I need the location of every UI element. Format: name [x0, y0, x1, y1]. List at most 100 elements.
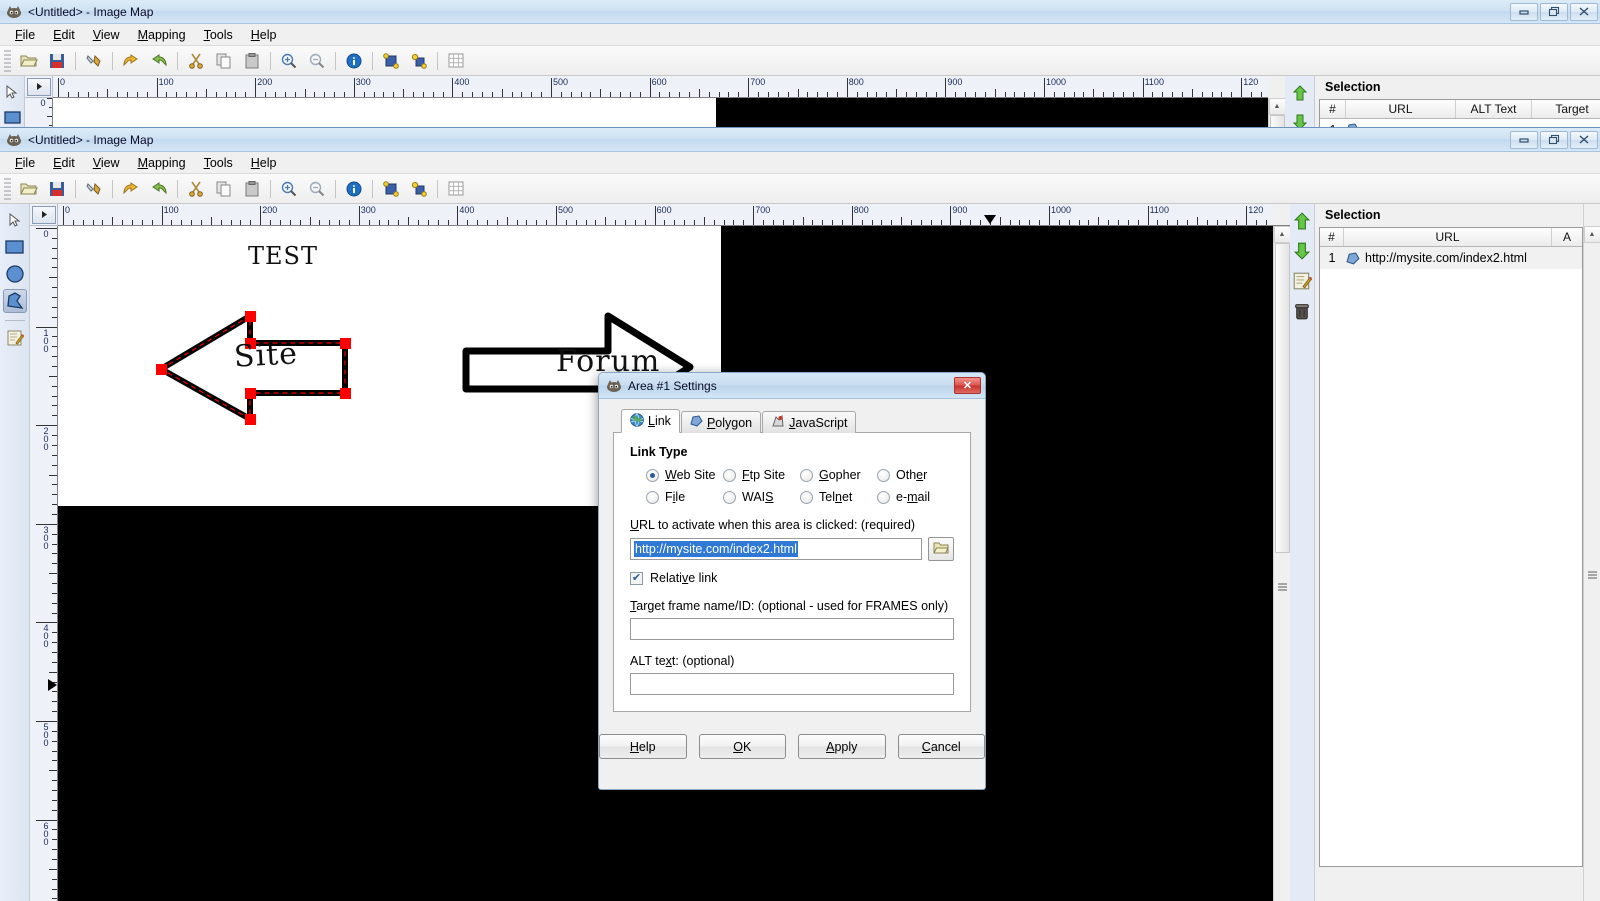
radio-telnet[interactable]: Telnet — [800, 490, 877, 504]
menu-view[interactable]: View — [84, 26, 129, 44]
radio-indicator[interactable] — [877, 491, 890, 504]
edit-icon[interactable] — [3, 326, 27, 350]
ruler-arrow-icon[interactable] — [32, 206, 56, 224]
radio-indicator[interactable] — [646, 469, 659, 482]
grid-icon[interactable] — [443, 177, 469, 201]
radio-indicator[interactable] — [800, 469, 813, 482]
restore-button[interactable] — [1540, 131, 1568, 149]
menu-tools[interactable]: Tools — [195, 154, 242, 172]
grid-icon[interactable] — [443, 49, 469, 73]
info-icon[interactable] — [341, 177, 367, 201]
radio-indicator[interactable] — [800, 491, 813, 504]
redo-icon[interactable] — [146, 49, 172, 73]
radio-indicator[interactable] — [723, 491, 736, 504]
restore-button[interactable] — [1540, 3, 1568, 21]
tab-polygon[interactable]: Polygon — [681, 411, 761, 433]
paste-icon[interactable] — [239, 49, 265, 73]
radio-wais[interactable]: WAIS — [723, 490, 800, 504]
radio-indicator[interactable] — [877, 469, 890, 482]
cut-icon[interactable] — [183, 49, 209, 73]
selection-vscrollbar[interactable]: ▲ — [1583, 204, 1600, 901]
radio-indicator[interactable] — [723, 469, 736, 482]
column-url[interactable]: URL — [1346, 100, 1456, 118]
radio-gopher[interactable]: Gopher — [800, 468, 877, 482]
copy-icon[interactable] — [211, 49, 237, 73]
menu-help[interactable]: Help — [242, 154, 286, 172]
radio-web-site[interactable]: Web Site — [646, 468, 723, 482]
edit-area-icon[interactable] — [378, 49, 404, 73]
tab-javascript[interactable]: JavaScript — [762, 411, 856, 433]
arrow-pointer-icon[interactable] — [0, 80, 24, 103]
open-icon[interactable] — [16, 177, 42, 201]
scroll-thumb[interactable] — [1275, 243, 1290, 553]
zoom-out-icon[interactable] — [304, 49, 330, 73]
relative-link-row[interactable]: ✔ Relative link — [630, 571, 954, 585]
redo-icon[interactable] — [146, 177, 172, 201]
copy-icon[interactable] — [211, 177, 237, 201]
menu-edit[interactable]: Edit — [44, 154, 84, 172]
column-alt-text[interactable]: A — [1552, 228, 1582, 246]
scroll-up-arrow-icon[interactable]: ▲ — [1584, 226, 1600, 243]
column-number[interactable]: # — [1320, 100, 1346, 118]
alt-input[interactable] — [630, 673, 954, 695]
radio-other[interactable]: Other — [877, 468, 954, 482]
radio-file[interactable]: File — [646, 490, 723, 504]
move-to-front-icon[interactable] — [406, 49, 432, 73]
canvas-vscrollbar[interactable]: ▲ — [1273, 226, 1290, 901]
edit-area-pencil-icon[interactable] — [1291, 270, 1313, 292]
undo-icon[interactable] — [118, 177, 144, 201]
preferences-icon[interactable] — [81, 177, 107, 201]
circle-icon[interactable] — [3, 262, 27, 286]
column-target[interactable]: Target — [1532, 100, 1600, 118]
save-icon[interactable] — [44, 177, 70, 201]
tab-link[interactable]: Link — [621, 409, 680, 433]
zoom-out-icon[interactable] — [304, 177, 330, 201]
move-to-front-icon[interactable] — [406, 177, 432, 201]
ruler-arrow-icon[interactable] — [27, 78, 51, 96]
url-input[interactable]: http://mysite.com/index2.html — [630, 538, 922, 560]
url-browse-button[interactable] — [928, 537, 954, 561]
polygon-icon[interactable] — [3, 289, 27, 313]
close-button[interactable] — [1570, 3, 1598, 21]
ruler-corner-button[interactable] — [30, 204, 58, 226]
move-up-icon[interactable] — [1291, 210, 1313, 232]
column-url[interactable]: URL — [1344, 228, 1552, 246]
zoom-in-icon[interactable] — [276, 49, 302, 73]
target-input[interactable] — [630, 618, 954, 640]
menu-help[interactable]: Help — [242, 26, 286, 44]
menu-mapping[interactable]: Mapping — [129, 154, 195, 172]
menu-file[interactable]: File — [6, 26, 44, 44]
zoom-in-icon[interactable] — [276, 177, 302, 201]
paste-icon[interactable] — [239, 177, 265, 201]
scroll-up-arrow-icon[interactable]: ▲ — [1274, 226, 1291, 243]
table-row[interactable]: 1 http://mysite.com/index2.html — [1320, 247, 1582, 269]
scroll-up-arrow-icon[interactable]: ▲ — [1269, 98, 1286, 115]
move-up-icon[interactable] — [1289, 82, 1311, 103]
ok-button[interactable]: OK — [699, 734, 787, 759]
undo-icon[interactable] — [118, 49, 144, 73]
relative-link-checkbox[interactable]: ✔ — [630, 572, 643, 585]
radio-email[interactable]: e-mail — [877, 490, 954, 504]
edit-area-icon[interactable] — [378, 177, 404, 201]
minimize-button[interactable] — [1510, 131, 1538, 149]
menu-view[interactable]: View — [84, 154, 129, 172]
help-button[interactable]: Help — [599, 734, 687, 759]
close-button[interactable] — [1570, 131, 1598, 149]
minimize-button[interactable] — [1510, 3, 1538, 21]
info-icon[interactable] — [341, 49, 367, 73]
radio-ftp-site[interactable]: Ftp Site — [723, 468, 800, 482]
open-icon[interactable] — [16, 49, 42, 73]
menu-tools[interactable]: Tools — [195, 26, 242, 44]
radio-indicator[interactable] — [646, 491, 659, 504]
menu-mapping[interactable]: Mapping — [129, 26, 195, 44]
cut-icon[interactable] — [183, 177, 209, 201]
ruler-corner-button[interactable] — [25, 76, 53, 98]
menu-edit[interactable]: Edit — [44, 26, 84, 44]
rectangle-icon[interactable] — [0, 106, 24, 129]
toolbar-grip[interactable] — [4, 50, 11, 72]
apply-button[interactable]: Apply — [798, 734, 886, 759]
move-down-icon[interactable] — [1291, 240, 1313, 262]
preferences-icon[interactable] — [81, 49, 107, 73]
cancel-button[interactable]: Cancel — [898, 734, 986, 759]
arrow-pointer-icon[interactable] — [3, 208, 27, 232]
